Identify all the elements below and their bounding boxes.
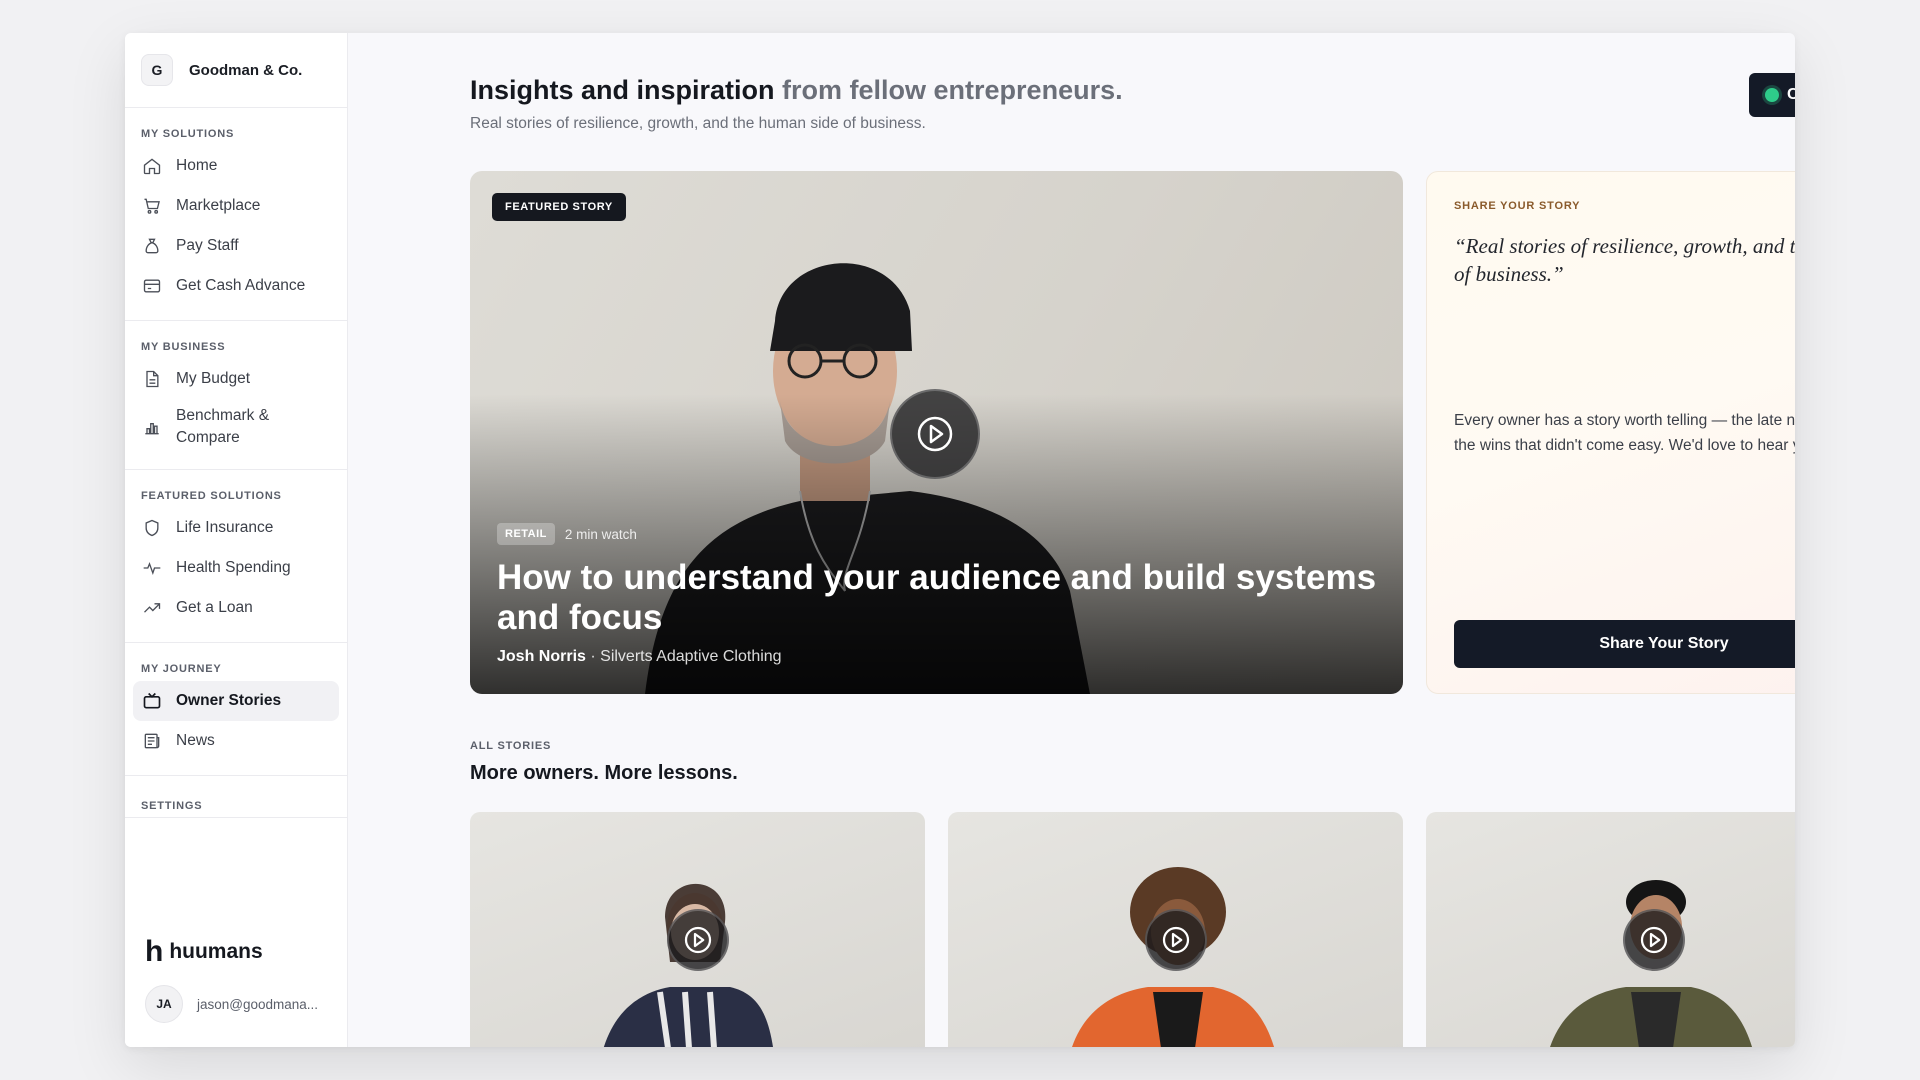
play-icon: [684, 926, 712, 954]
share-kicker: SHARE YOUR STORY: [1454, 200, 1581, 212]
section-title: MY BUSINESS: [141, 341, 226, 353]
sidebar-item-label: Home: [176, 157, 218, 174]
author-name: Josh Norris: [497, 648, 586, 665]
play-icon: [1162, 926, 1190, 954]
sidebar-section-my-business: MY BUSINESS My Budget Benchmark & Compar…: [125, 321, 347, 470]
main-content: Insights and inspiration from fellow ent…: [348, 33, 1795, 1047]
section-title: FEATURED SOLUTIONS: [141, 490, 282, 502]
huumans-logo-icon: h: [145, 935, 164, 968]
watch-duration: 2 min watch: [564, 526, 637, 542]
section-title: MY SOLUTIONS: [141, 128, 235, 140]
sidebar-section-my-journey: MY JOURNEY Owner Stories News: [125, 643, 347, 776]
sidebar-item-pay-staff[interactable]: Pay Staff: [133, 226, 339, 266]
sidebar-section-settings: SETTINGS: [125, 776, 347, 818]
contact-button-label: Contact & Talk to: [1787, 86, 1795, 103]
all-stories-kicker: ALL STORIES: [470, 740, 552, 752]
credit-card-icon: [142, 276, 162, 296]
play-button[interactable]: [890, 389, 980, 479]
sidebar-item-cash-advance[interactable]: Get Cash Advance: [133, 266, 339, 306]
cart-icon: [142, 196, 162, 216]
org-badge: G: [141, 54, 173, 86]
sidebar-item-life-insurance[interactable]: Life Insurance: [133, 508, 339, 548]
share-story-card: SHARE YOUR STORY “Real stories of resili…: [1426, 171, 1795, 694]
sidebar-item-home[interactable]: Home: [133, 146, 339, 186]
sidebar-item-label: Benchmark & Compare: [176, 407, 270, 446]
story-thumbnail: [1550, 880, 1752, 1047]
featured-meta: RETAIL 2 min watch: [497, 523, 637, 545]
sidebar-section-featured-solutions: FEATURED SOLUTIONS Life Insurance Health…: [125, 470, 347, 643]
sidebar-item-owner-stories[interactable]: Owner Stories: [133, 681, 339, 721]
home-icon: [142, 156, 162, 176]
sidebar-item-label: News: [176, 732, 215, 749]
category-tag: RETAIL: [497, 523, 555, 545]
sidebar-item-health-spending[interactable]: Health Spending: [133, 548, 339, 588]
brand-logo: h huumans: [145, 937, 327, 967]
featured-title: How to understand your audience and buil…: [497, 558, 1377, 637]
sidebar-item-label: Owner Stories: [176, 692, 282, 709]
page-title-muted: from fellow entrepreneurs.: [782, 75, 1123, 105]
sidebar-item-label: My Budget: [176, 370, 251, 387]
sidebar-item-label: Get Cash Advance: [176, 277, 306, 294]
featured-story-card[interactable]: FEATURED STORY RETAIL 2 min watch How to…: [470, 171, 1403, 694]
money-bag-icon: [142, 236, 162, 256]
contact-button[interactable]: Contact & Talk to: [1749, 73, 1795, 117]
section-title: SETTINGS: [141, 800, 203, 812]
all-stories-title: More owners. More lessons.: [470, 762, 738, 784]
sidebar-item-benchmark[interactable]: Benchmark & Compare: [133, 399, 339, 455]
play-icon: [1640, 926, 1668, 954]
sidebar-item-label: Get a Loan: [176, 599, 253, 616]
page-subtitle: Real stories of resilience, growth, and …: [470, 115, 926, 132]
sidebar-section-my-solutions: MY SOLUTIONS Home Marketplace Pay Staff …: [125, 108, 347, 321]
sidebar-item-label: Health Spending: [176, 559, 291, 576]
share-story-button[interactable]: Share Your Story: [1454, 620, 1795, 668]
share-quote: “Real stories of resilience, growth, and…: [1454, 234, 1795, 286]
app-window: G Goodman & Co. MY SOLUTIONS Home Market…: [125, 33, 1795, 1047]
sidebar-item-marketplace[interactable]: Marketplace: [133, 186, 339, 226]
play-button[interactable]: [1623, 909, 1685, 971]
share-body: Every owner has a story worth telling — …: [1454, 412, 1795, 454]
newspaper-icon: [142, 731, 162, 751]
pulse-icon: [142, 558, 162, 578]
sidebar-item-news[interactable]: News: [133, 721, 339, 761]
status-dot-icon: [1765, 88, 1779, 102]
author-company: Silverts Adaptive Clothing: [600, 648, 782, 665]
user-email: jason@goodmana...: [197, 996, 319, 1012]
story-card[interactable]: [470, 812, 925, 1047]
sidebar-item-label: Pay Staff: [176, 237, 239, 254]
sidebar-footer: h huumans JA jason@goodmana...: [125, 911, 347, 1047]
featured-badge: FEATURED STORY: [492, 193, 626, 221]
page-title: Insights and inspiration from fellow ent…: [470, 75, 1123, 106]
sidebar-item-label: Life Insurance: [176, 519, 274, 536]
story-card[interactable]: [948, 812, 1403, 1047]
story-card[interactable]: [1426, 812, 1795, 1047]
page-title-strong: Insights and inspiration: [470, 75, 775, 105]
sidebar-item-get-a-loan[interactable]: Get a Loan: [133, 588, 339, 628]
shield-icon: [142, 518, 162, 538]
bar-chart-icon: [142, 417, 162, 437]
org-name: Goodman & Co.: [189, 61, 303, 79]
section-title: MY JOURNEY: [141, 663, 222, 675]
featured-author-line: Josh Norris · Silverts Adaptive Clothing: [497, 648, 782, 666]
trending-up-icon: [142, 598, 162, 618]
play-button[interactable]: [1145, 909, 1207, 971]
tv-icon: [142, 691, 162, 711]
play-icon: [917, 416, 953, 452]
document-icon: [142, 369, 162, 389]
sidebar-item-label: Marketplace: [176, 197, 261, 214]
user-menu[interactable]: JA jason@goodmana...: [145, 985, 327, 1023]
org-switcher[interactable]: G Goodman & Co.: [125, 33, 347, 108]
play-button[interactable]: [667, 909, 729, 971]
sidebar-item-my-budget[interactable]: My Budget: [133, 359, 339, 399]
sidebar: G Goodman & Co. MY SOLUTIONS Home Market…: [125, 33, 348, 1047]
brand-name: huumans: [169, 940, 263, 963]
author-separator: ·: [585, 648, 601, 665]
avatar: JA: [145, 985, 183, 1023]
